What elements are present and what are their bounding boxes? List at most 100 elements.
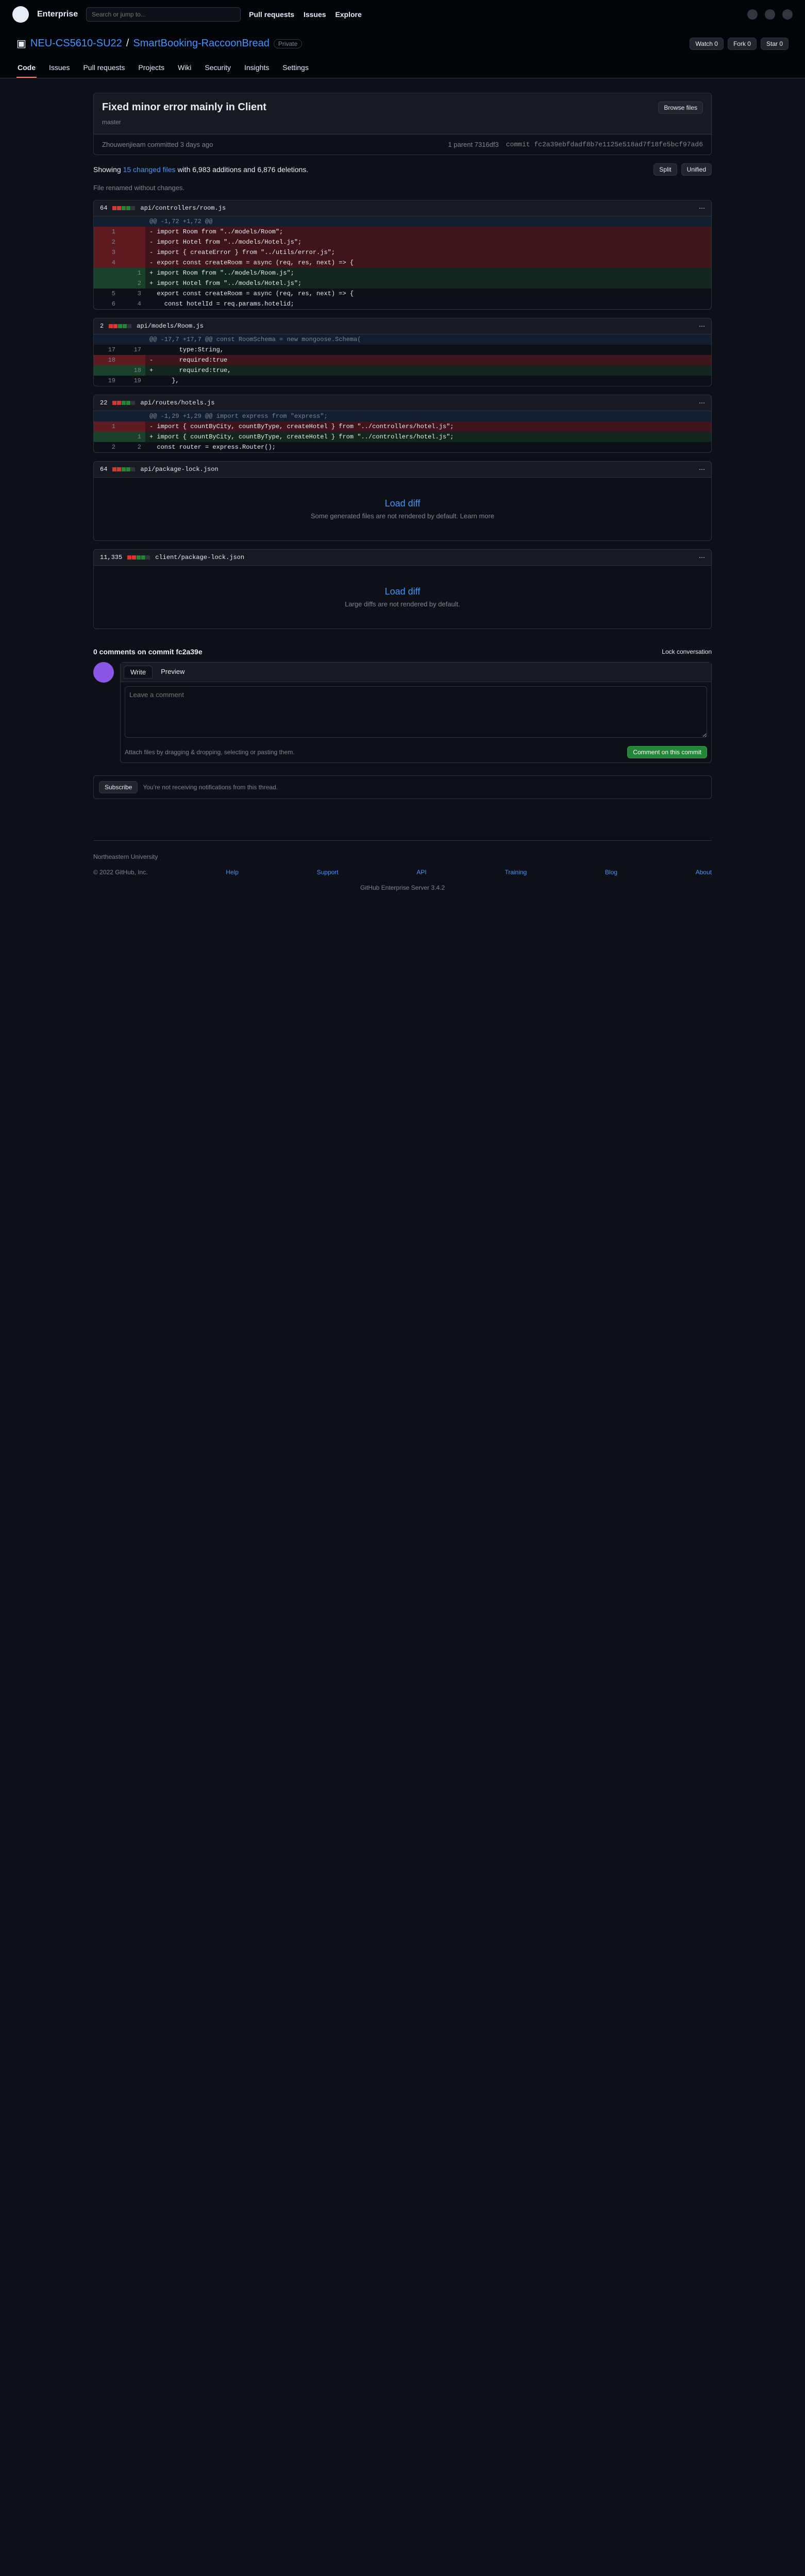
- old-line-number[interactable]: [94, 216, 120, 227]
- new-line-number[interactable]: [120, 421, 145, 432]
- file-path-link[interactable]: api/package-lock.json: [140, 466, 218, 473]
- old-line-number[interactable]: 1: [94, 227, 120, 237]
- new-line-number[interactable]: 19: [120, 376, 145, 386]
- browse-files-button[interactable]: Browse files: [658, 101, 703, 114]
- new-line-number[interactable]: 18: [120, 365, 145, 376]
- star-button[interactable]: Star 0: [760, 37, 789, 50]
- new-line-number[interactable]: 4: [120, 299, 145, 309]
- comment-textarea[interactable]: [125, 686, 707, 738]
- new-line-number[interactable]: [120, 355, 145, 365]
- kebab-menu-icon[interactable]: ⋯: [699, 399, 705, 406]
- nav-explore[interactable]: Explore: [335, 10, 361, 19]
- file-diff: 64 api/controllers/room.js ⋯ @@ -1,72 +1,72…: [93, 200, 712, 310]
- footer-about[interactable]: About: [696, 869, 712, 876]
- tab-settings[interactable]: Settings: [281, 58, 310, 78]
- file-path-link[interactable]: client/package-lock.json: [155, 554, 244, 561]
- search-input[interactable]: [86, 7, 241, 22]
- tab-code[interactable]: Code: [16, 58, 37, 78]
- old-line-number[interactable]: 18: [94, 355, 120, 365]
- footer-blog[interactable]: Blog: [605, 869, 617, 876]
- footer-help[interactable]: Help: [226, 869, 239, 876]
- avatar-icon[interactable]: [782, 9, 793, 20]
- subscribe-button[interactable]: Subscribe: [99, 781, 138, 793]
- kebab-menu-icon[interactable]: ⋯: [699, 554, 705, 561]
- load-diff-button[interactable]: Load diff: [114, 498, 691, 509]
- old-line-number[interactable]: 1: [94, 421, 120, 432]
- diff-line: @@ -17,7 +17,7 @@ const RoomSchema = new…: [94, 334, 711, 345]
- old-line-number[interactable]: [94, 278, 120, 289]
- comment-submit-button[interactable]: Comment on this commit: [627, 746, 707, 758]
- old-line-number[interactable]: 17: [94, 345, 120, 355]
- tab-security[interactable]: Security: [204, 58, 232, 78]
- old-line-number[interactable]: 6: [94, 299, 120, 309]
- load-diff-button[interactable]: Load diff: [114, 586, 691, 597]
- new-line-number[interactable]: [120, 258, 145, 268]
- write-tab[interactable]: Write: [124, 666, 153, 679]
- new-line-number[interactable]: 3: [120, 289, 145, 299]
- file-change-count: 11,335: [100, 554, 123, 561]
- repo-name-link[interactable]: SmartBooking-RaccoonBread: [133, 38, 270, 49]
- new-line-number[interactable]: [120, 247, 145, 258]
- lock-conversation-link[interactable]: Lock conversation: [662, 648, 712, 655]
- kebab-menu-icon[interactable]: ⋯: [699, 323, 705, 330]
- old-line-number[interactable]: [94, 334, 120, 345]
- old-line-number[interactable]: [94, 432, 120, 442]
- repo-owner-link[interactable]: NEU-CS5610-SU22: [30, 38, 122, 49]
- preview-tab[interactable]: Preview: [155, 666, 191, 679]
- changed-files-link[interactable]: 15 changed files: [123, 165, 176, 174]
- tab-issues[interactable]: Issues: [48, 58, 71, 78]
- kebab-menu-icon[interactable]: ⋯: [699, 205, 705, 212]
- file-path-link[interactable]: api/routes/hotels.js: [140, 399, 214, 406]
- old-line-number[interactable]: [94, 411, 120, 421]
- new-line-number[interactable]: 2: [120, 278, 145, 289]
- notifications-icon[interactable]: [747, 9, 758, 20]
- new-line-number[interactable]: [120, 216, 145, 227]
- unified-button[interactable]: Unified: [681, 163, 712, 176]
- old-line-number[interactable]: 5: [94, 289, 120, 299]
- new-line-number[interactable]: [120, 237, 145, 247]
- footer-api[interactable]: API: [416, 869, 426, 876]
- commit-author[interactable]: Zhouwenjieam committed 3 days ago: [102, 141, 213, 148]
- tab-projects[interactable]: Projects: [137, 58, 165, 78]
- branch-label[interactable]: master: [102, 118, 703, 126]
- fork-button[interactable]: Fork 0: [727, 37, 757, 50]
- old-line-number[interactable]: 3: [94, 247, 120, 258]
- github-logo-icon[interactable]: [12, 6, 29, 23]
- split-button[interactable]: Split: [653, 163, 677, 176]
- new-line-number[interactable]: [120, 411, 145, 421]
- diff-line: 1 + import { countByCity, countByType, cr…: [94, 432, 711, 442]
- old-line-number[interactable]: 4: [94, 258, 120, 268]
- plus-icon[interactable]: [765, 9, 775, 20]
- new-line-number[interactable]: [120, 334, 145, 345]
- old-line-number[interactable]: 19: [94, 376, 120, 386]
- footer-training[interactable]: Training: [505, 869, 527, 876]
- tab-wiki[interactable]: Wiki: [177, 58, 192, 78]
- code-line: @@ -1,29 +1,29 @@ import express from "e…: [145, 411, 711, 421]
- new-line-number[interactable]: 1: [120, 432, 145, 442]
- code-line: + import Hotel from "../models/Hotel.js"…: [145, 278, 711, 289]
- new-line-number[interactable]: 17: [120, 345, 145, 355]
- file-diffs: 64 api/controllers/room.js ⋯ @@ -1,72 +1,72…: [93, 200, 712, 629]
- diff-line: 1 - import Room from "../models/Room";: [94, 227, 711, 237]
- nav-pull-requests[interactable]: Pull requests: [249, 10, 294, 19]
- new-line-number[interactable]: [120, 227, 145, 237]
- attach-files-hint[interactable]: Attach files by dragging & dropping, sel…: [125, 749, 295, 756]
- file-path-link[interactable]: api/models/Room.js: [137, 323, 204, 330]
- code-line: - required:true: [145, 355, 711, 365]
- kebab-menu-icon[interactable]: ⋯: [699, 466, 705, 473]
- watch-button[interactable]: Watch 0: [690, 37, 724, 50]
- tab-insights[interactable]: Insights: [243, 58, 270, 78]
- commit-parent[interactable]: 1 parent 7316df3: [448, 141, 498, 148]
- old-line-number[interactable]: [94, 365, 120, 376]
- new-line-number[interactable]: 2: [120, 442, 145, 452]
- file-header: 64 api/controllers/room.js ⋯: [94, 200, 711, 216]
- new-line-number[interactable]: 1: [120, 268, 145, 278]
- file-path-link[interactable]: api/controllers/room.js: [140, 205, 226, 212]
- commit-title: Fixed minor error mainly in Client: [102, 101, 266, 113]
- old-line-number[interactable]: 2: [94, 442, 120, 452]
- old-line-number[interactable]: 2: [94, 237, 120, 247]
- tab-pull-requests[interactable]: Pull requests: [82, 58, 126, 78]
- old-line-number[interactable]: [94, 268, 120, 278]
- footer-support[interactable]: Support: [317, 869, 339, 876]
- nav-issues[interactable]: Issues: [304, 10, 326, 19]
